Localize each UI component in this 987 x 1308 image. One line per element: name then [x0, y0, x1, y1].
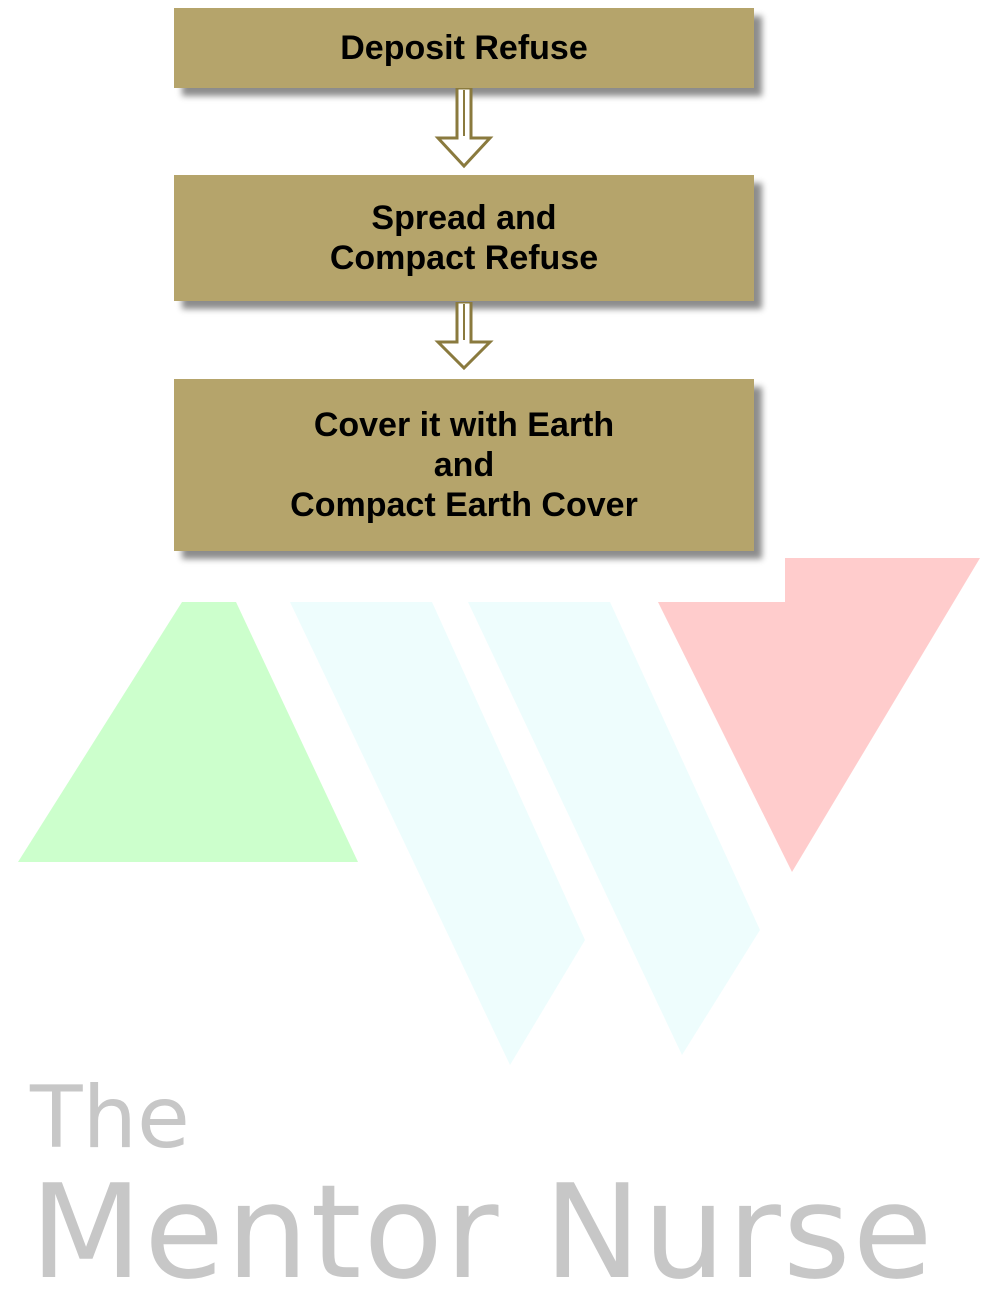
down-arrow-icon: [434, 302, 494, 371]
watermark-green-triangle: [18, 602, 358, 862]
step-box-deposit-refuse: Deposit Refuse: [174, 8, 754, 88]
watermark-logo: [18, 558, 980, 1065]
step-1-line-1: Deposit Refuse: [340, 29, 588, 67]
step-3-line-1: Cover it with Earth: [313, 406, 615, 444]
step-2-line-1: Spread and: [371, 199, 557, 237]
step-box-cover-earth: Cover it with Earth and Compact Earth Co…: [174, 379, 754, 551]
down-arrow-icon: [434, 88, 494, 169]
step-2-line-2: Compact Refuse: [329, 239, 599, 277]
step-3-line-3: Compact Earth Cover: [290, 486, 638, 524]
step-box-spread-compact: Spread and Compact Refuse: [174, 175, 754, 301]
step-3-line-2: and: [433, 446, 495, 484]
watermark-brand-line-1: The: [30, 1068, 190, 1168]
watermark-brand-line-2: Mentor Nurse: [30, 1156, 935, 1308]
